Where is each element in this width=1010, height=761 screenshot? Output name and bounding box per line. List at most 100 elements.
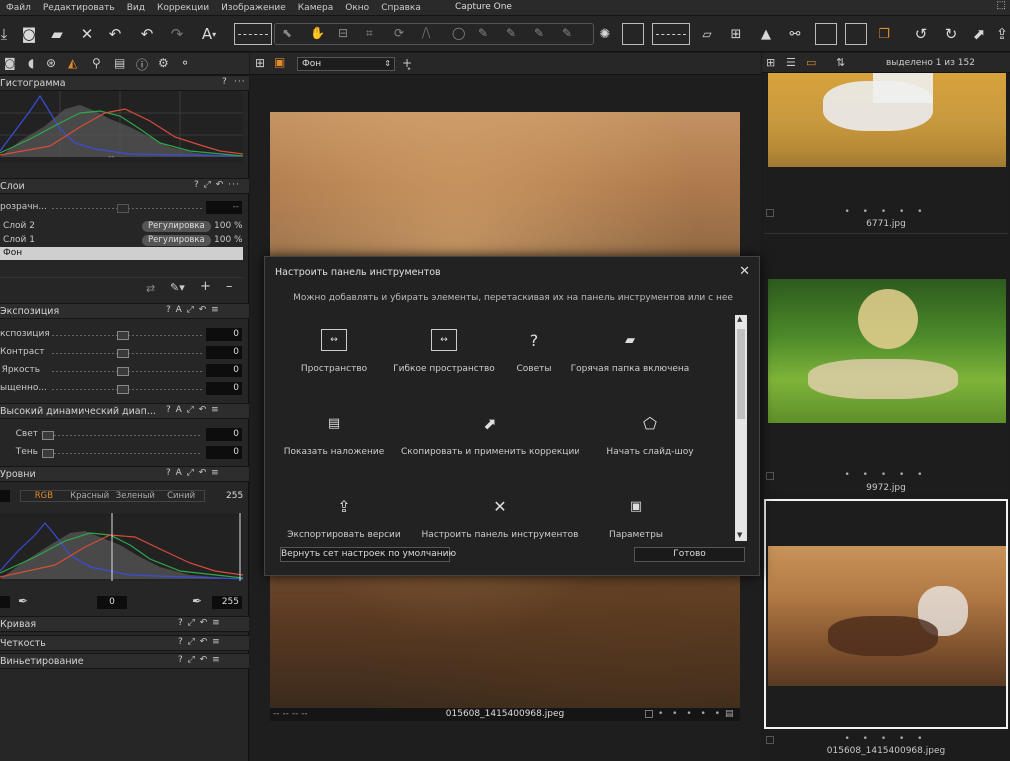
brush-icon[interactable]: ✎ — [478, 26, 488, 40]
toolbar-item[interactable]: ✕ Настроить панель инструментов — [422, 481, 579, 541]
levels-low-input-box[interactable] — [0, 596, 10, 608]
layer-view-select[interactable]: Фон ⇕ — [297, 57, 395, 71]
done-button[interactable]: Готово — [634, 547, 745, 562]
layer-row[interactable]: Слой 1 Регулировка 100 % — [0, 234, 243, 247]
opacity-value[interactable]: -- — [206, 201, 242, 214]
gradient-icon[interactable]: ✎ — [506, 26, 516, 40]
reset-defaults-button[interactable]: Вернуть сет настроек по умолчанию — [280, 547, 456, 562]
curve-header[interactable]: Кривая ? ⤢ ↶ ≡ — [0, 616, 249, 632]
slider-knob[interactable] — [42, 431, 54, 440]
thumbnail-rating[interactable]: • • • • • — [764, 470, 1008, 480]
layer-type-pill[interactable]: Регулировка — [142, 221, 211, 232]
blank-slot-1[interactable] — [622, 23, 644, 45]
redo-icon[interactable]: ↷ — [166, 22, 188, 46]
slider-value[interactable]: 0 — [206, 364, 242, 377]
camera-icon[interactable]: ◙ — [18, 22, 40, 46]
menu-window[interactable]: Окно — [339, 3, 375, 13]
menu-edit[interactable]: Редактировать — [37, 3, 121, 13]
metadata-tab-icon[interactable]: ▤ — [114, 56, 125, 70]
layers-header-icons[interactable]: ? ⤢ ↶ ··· — [194, 180, 240, 190]
menu-help[interactable]: Справка — [375, 3, 427, 13]
section-icons[interactable]: ? ⤢ ↶ ≡ — [178, 655, 221, 665]
levels-mid-value[interactable]: 0 — [97, 596, 127, 609]
section-icons[interactable]: ? ⤢ ↶ ≡ — [178, 637, 221, 647]
thumbs-view-icon[interactable]: ⊞ — [766, 56, 775, 69]
color-tag-box[interactable] — [645, 710, 653, 718]
info-tab-icon[interactable]: ⓘ — [136, 56, 148, 73]
toolbar-item[interactable]: ▤ Показать наложение — [275, 398, 393, 468]
blank-slot-2[interactable] — [815, 23, 837, 45]
rating-dots[interactable]: • • • • • — [658, 708, 723, 721]
list-view-icon[interactable]: ☰ — [786, 56, 796, 69]
maximize-icon[interactable]: ⬚ — [997, 0, 1006, 11]
thumbnail-card[interactable]: • • • • • 6771.jpg — [764, 73, 1008, 233]
space-placeholder[interactable] — [234, 23, 272, 45]
scroll-up-icon[interactable]: ▲ — [737, 315, 742, 323]
vignette-header[interactable]: Виньетирование ? ⤢ ↶ ≡ — [0, 653, 249, 669]
slider-knob[interactable] — [117, 385, 129, 394]
rotate-icon[interactable]: ⟳ — [394, 26, 404, 40]
color-tab-icon[interactable]: ⊛ — [46, 56, 56, 70]
swap-icon[interactable]: ⇄ — [146, 282, 155, 295]
thumbnail-rating[interactable]: • • • • • — [764, 207, 1008, 217]
white-eyedropper-icon[interactable]: ✒ — [192, 594, 202, 608]
scroll-down-icon[interactable]: ▼ — [737, 531, 742, 539]
thumbnail-image[interactable] — [768, 279, 1006, 423]
dialog-scrollbar[interactable]: ▲ ▼ — [735, 315, 747, 541]
text-tool-icon[interactable]: A ▾ — [196, 22, 222, 46]
layers-header[interactable]: Слои ? ⤢ ↶ ··· — [0, 178, 249, 194]
more-icon[interactable]: ··· — [234, 77, 246, 87]
menu-file[interactable]: Файл — [0, 3, 37, 13]
toolbar-item[interactable]: ▰ Горячая папка включена — [571, 315, 690, 385]
export-icon[interactable]: ⇪ — [994, 22, 1010, 46]
pan-hand-icon[interactable]: ✋ — [310, 26, 325, 40]
batch-tab-icon[interactable]: ⚬ — [180, 56, 190, 70]
import-icon[interactable]: ⤓ — [0, 22, 12, 46]
glasses-icon[interactable]: ⚯ — [782, 22, 808, 46]
channel-tab-rgb[interactable]: RGB — [21, 491, 67, 501]
undo-all-icon[interactable]: ↶ — [104, 22, 126, 46]
thumbnail-image[interactable] — [768, 73, 1006, 167]
clarity-header[interactable]: Четкость ? ⤢ ↶ ≡ — [0, 635, 249, 651]
picker-icon[interactable]: ✎ — [534, 26, 544, 40]
menu-adjustments[interactable]: Коррекции — [151, 3, 215, 13]
channel-tab-blue[interactable]: Синий — [158, 491, 204, 501]
hdr-header[interactable]: Высокий динамический диап... ? A ⤢ ↶ ≡ — [0, 403, 249, 419]
slider-knob[interactable] — [117, 349, 129, 358]
help-icon[interactable]: ? — [222, 77, 228, 87]
settings-tab-icon[interactable]: ⚙ — [158, 56, 169, 70]
channel-tab-red[interactable]: Красный — [67, 491, 113, 501]
warning-icon[interactable]: ▲ — [756, 22, 776, 46]
exposure-tab-icon[interactable]: ◭ — [68, 56, 77, 70]
channel-tab-green[interactable]: Зеленый — [113, 491, 159, 501]
delete-icon[interactable]: ✕ — [76, 22, 98, 46]
slider-track[interactable] — [42, 453, 202, 454]
slider-knob[interactable] — [117, 367, 129, 376]
sort-icon[interactable]: ⇅ — [836, 56, 845, 69]
flex-space-placeholder[interactable] — [652, 23, 690, 45]
menu-view[interactable]: Вид — [121, 3, 151, 13]
black-eyedropper-icon[interactable]: ✒ — [18, 594, 28, 608]
starburst-icon[interactable]: ✺ — [596, 22, 614, 46]
menu-image[interactable]: Изображение — [215, 3, 292, 13]
slider-track[interactable] — [42, 435, 202, 436]
spot-removal-icon[interactable]: ◯ — [452, 26, 465, 40]
section-icons[interactable]: ? A ⤢ ↶ ≡ — [166, 405, 220, 415]
thumbnail-image[interactable] — [768, 546, 1006, 686]
remove-layer-button[interactable]: – — [226, 279, 233, 294]
close-icon[interactable]: ✕ — [739, 264, 750, 279]
slider-value[interactable]: 0 — [206, 446, 242, 459]
layer-brush-icon[interactable]: ✎▾ — [170, 281, 185, 294]
thumbnail-card[interactable]: • • • • • 9972.jpg — [764, 279, 1008, 493]
grid-view-icon[interactable]: ⊞ — [255, 56, 265, 70]
slider-value[interactable]: 0 — [206, 328, 242, 341]
select-cursor-icon[interactable]: ⬉ — [282, 26, 292, 40]
layer-type-pill[interactable]: Регулировка — [142, 235, 211, 246]
thumbnail-card-selected[interactable] — [764, 499, 1008, 729]
histogram-header[interactable]: Гистограмма ? ··· — [0, 75, 249, 91]
scroll-thumb[interactable] — [737, 329, 745, 419]
toolbar-item[interactable]: ↔ Пространство — [275, 315, 393, 385]
library-tab-icon[interactable]: ◙ — [4, 56, 16, 70]
single-view-icon[interactable]: ▣ — [274, 55, 285, 69]
folder-icon[interactable]: ▰ — [46, 22, 68, 46]
